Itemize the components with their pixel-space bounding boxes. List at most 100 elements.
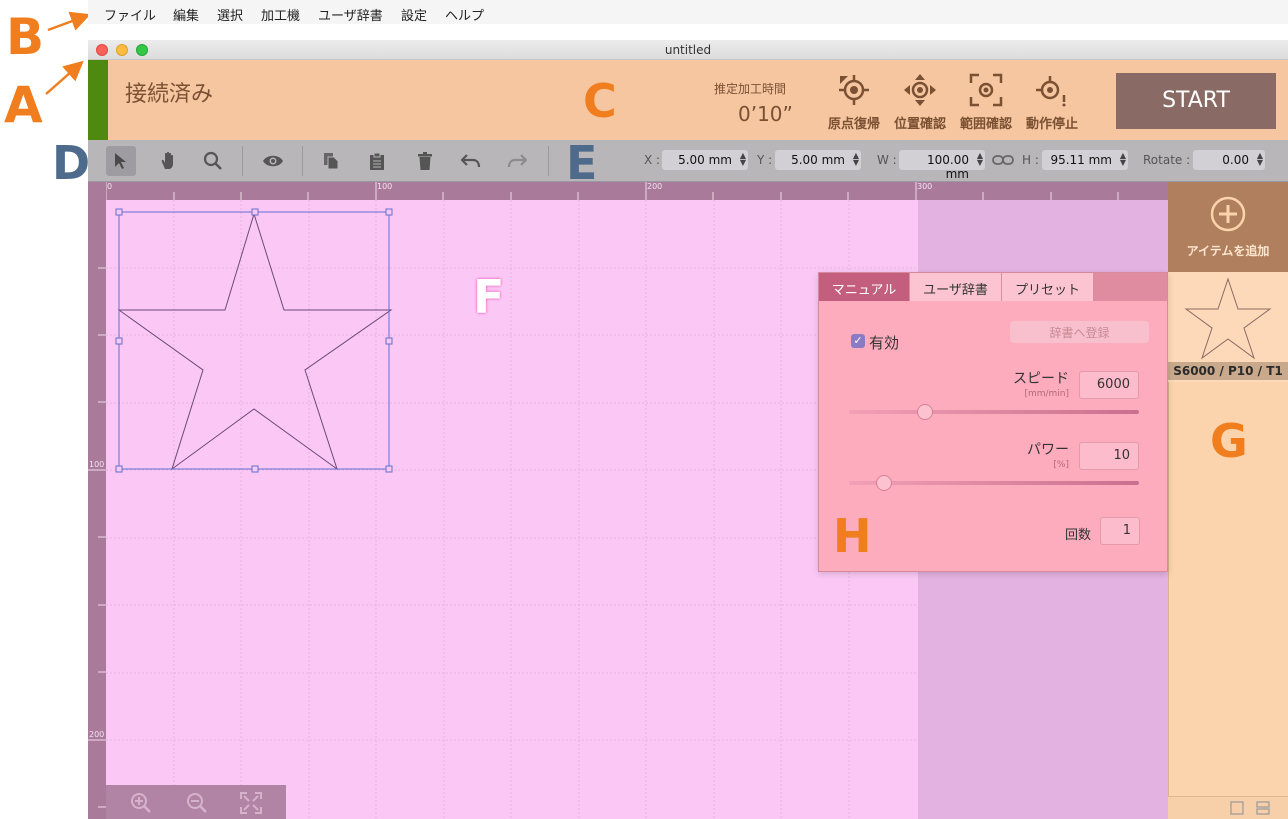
- range-check-button[interactable]: 範囲確認: [956, 73, 1016, 132]
- rotate-stepper[interactable]: ▲ ▼: [1257, 152, 1263, 167]
- star-thumbnail: [1184, 277, 1272, 360]
- x-stepper[interactable]: ▲ ▼: [740, 152, 746, 167]
- y-stepper[interactable]: ▲ ▼: [853, 152, 859, 167]
- rotate-field[interactable]: 0.00 ▲ ▼: [1193, 150, 1265, 170]
- start-button[interactable]: START: [1116, 73, 1276, 129]
- ruler-vertical-ticks: [88, 267, 106, 808]
- toolbar-separator: [302, 146, 303, 176]
- delete-button[interactable]: [410, 146, 440, 176]
- add-item-label: アイテムを追加: [1186, 244, 1270, 258]
- preview-tool[interactable]: [258, 146, 288, 176]
- ruler-label: 100: [89, 460, 105, 469]
- speed-slider-thumb[interactable]: [917, 404, 933, 420]
- ruler-label: 100: [377, 182, 393, 191]
- count-label: 回数: [1064, 528, 1091, 543]
- process-settings-panel: マニュアル ユーザ辞書 プリセット ✓ 有効 辞書へ登録 スピード [mm/mi…: [818, 272, 1168, 572]
- window-titlebar: untitled: [88, 40, 1288, 60]
- home-return-button[interactable]: 原点復帰: [824, 73, 884, 132]
- ruler-horizontal-ticks: [105, 182, 1119, 200]
- split-view-icon[interactable]: [1256, 801, 1270, 815]
- count-input[interactable]: 1: [1100, 517, 1140, 545]
- h-field[interactable]: 95.11 mm ▲ ▼: [1042, 150, 1128, 170]
- redo-icon: [507, 154, 527, 168]
- callout-a: A: [4, 76, 43, 134]
- x-value: 5.00 mm: [678, 153, 732, 167]
- power-label: パワー: [1027, 442, 1069, 458]
- w-field[interactable]: 100.00 mm ▲ ▼: [899, 150, 985, 181]
- select-tool[interactable]: [106, 146, 136, 176]
- selection-handles[interactable]: [115, 208, 393, 473]
- menu-user-dictionary[interactable]: ユーザ辞書: [318, 5, 383, 24]
- callout-g: G: [1210, 414, 1248, 468]
- tab-user-dictionary[interactable]: ユーザ辞書: [910, 273, 1002, 301]
- cursor-arrow-icon: [115, 153, 126, 169]
- connection-status: 接続済み: [125, 82, 214, 107]
- link-icon[interactable]: [992, 154, 1014, 166]
- redo-button[interactable]: [502, 146, 532, 176]
- star-shape[interactable]: [114, 208, 414, 488]
- undo-button[interactable]: [456, 146, 486, 176]
- zoom-in-icon[interactable]: [130, 792, 152, 814]
- rotate-value: 0.00: [1222, 153, 1249, 167]
- copy-icon: [324, 153, 339, 170]
- hand-tool[interactable]: [154, 146, 184, 176]
- clipboard-icon: [370, 152, 384, 170]
- single-view-icon[interactable]: [1230, 801, 1244, 815]
- menu-machine[interactable]: 加工機: [261, 5, 300, 24]
- copy-button[interactable]: [316, 146, 346, 176]
- menu-file[interactable]: ファイル: [104, 5, 156, 24]
- stop-warning-icon: [1036, 76, 1066, 107]
- hand-icon: [161, 151, 173, 169]
- move-arrows-icon: [904, 74, 936, 106]
- toolbar-separator: [548, 146, 549, 176]
- rotate-label: Rotate :: [1143, 153, 1191, 167]
- y-field[interactable]: 5.00 mm ▲ ▼: [775, 150, 861, 170]
- speed-slider[interactable]: [849, 410, 1139, 414]
- toolbar-separator: [242, 146, 243, 176]
- callout-b: B: [6, 8, 45, 66]
- power-slider[interactable]: [849, 481, 1139, 485]
- callout-d: D: [52, 136, 91, 190]
- menu-edit[interactable]: 編集: [173, 5, 199, 24]
- w-stepper[interactable]: ▲ ▼: [977, 152, 983, 167]
- undo-icon: [461, 154, 481, 168]
- callout-arrows: [45, 11, 91, 95]
- register-dictionary-button[interactable]: 辞書へ登録: [1010, 321, 1149, 343]
- y-label: Y :: [757, 153, 773, 167]
- zoom-out-icon[interactable]: [186, 792, 208, 814]
- design-canvas[interactable]: F: [106, 200, 918, 819]
- zoom-controls: [106, 785, 286, 819]
- plus-circle-icon: [1210, 196, 1246, 232]
- stop-button[interactable]: 動作停止: [1022, 73, 1082, 132]
- fit-screen-icon[interactable]: [240, 792, 262, 814]
- ruler-label: 0: [107, 182, 113, 191]
- power-slider-thumb[interactable]: [876, 475, 892, 491]
- h-stepper[interactable]: ▲ ▼: [1120, 152, 1126, 167]
- enabled-checkbox[interactable]: ✓: [851, 334, 865, 348]
- item-card[interactable]: S6000 / P10 / T1: [1168, 272, 1288, 382]
- speed-unit: [mm/min]: [1024, 389, 1069, 399]
- ruler-horizontal: 0 100 200 300: [88, 182, 1168, 200]
- x-field[interactable]: 5.00 mm ▲ ▼: [662, 150, 748, 170]
- h-value: 95.11 mm: [1050, 153, 1112, 167]
- ruler-label: 200: [89, 730, 105, 739]
- menu-select[interactable]: 選択: [217, 5, 243, 24]
- menu-help[interactable]: ヘルプ: [445, 5, 484, 24]
- tab-preset[interactable]: プリセット: [1002, 273, 1094, 301]
- range-frame-icon: [969, 73, 1003, 107]
- ruler-vertical: 100 200: [88, 182, 106, 819]
- magnifier-icon: [203, 151, 222, 170]
- speed-input[interactable]: 6000: [1079, 371, 1139, 399]
- w-label: W :: [877, 153, 897, 167]
- position-check-button[interactable]: 位置確認: [890, 73, 950, 132]
- zoom-tool[interactable]: [198, 146, 228, 176]
- ruler-label: 300: [917, 182, 933, 191]
- add-item-button[interactable]: アイテムを追加: [1168, 182, 1288, 272]
- callout-f: F: [473, 270, 505, 324]
- paste-button[interactable]: [362, 146, 392, 176]
- menu-bar: ファイル 編集 選択 加工機 ユーザ辞書 設定 ヘルプ: [88, 0, 1288, 24]
- menu-settings[interactable]: 設定: [401, 5, 427, 24]
- tab-manual[interactable]: マニュアル: [819, 273, 910, 301]
- y-value: 5.00 mm: [791, 153, 845, 167]
- power-input[interactable]: 10: [1079, 442, 1139, 470]
